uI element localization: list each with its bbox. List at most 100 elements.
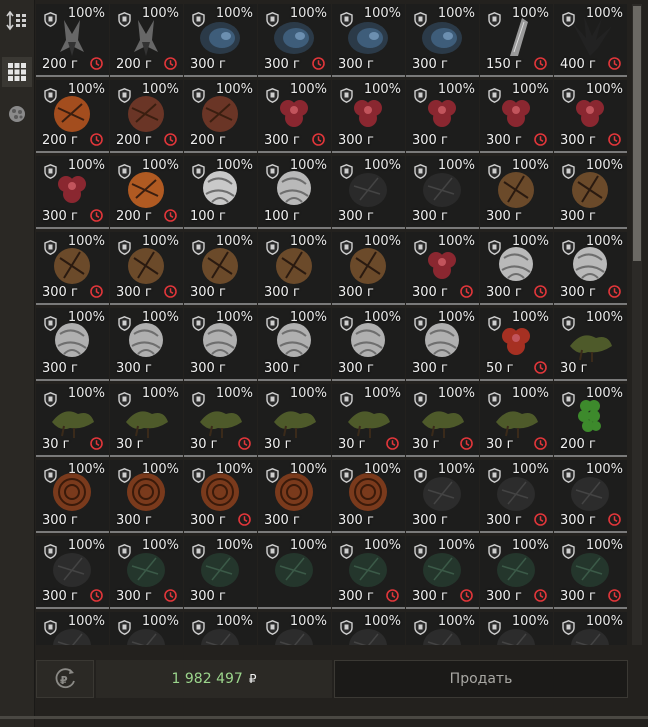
- inventory-slot[interactable]: 100% 300 г: [110, 460, 183, 533]
- shield-icon: [266, 240, 279, 255]
- inventory-slot[interactable]: 100% 300 г: [480, 536, 553, 609]
- inventory-slot[interactable]: 100% 300 г: [184, 4, 257, 77]
- inventory-slot[interactable]: 100% 300 г: [36, 156, 109, 229]
- inventory-slot[interactable]: 100% 200 г: [36, 80, 109, 153]
- inventory-slot[interactable]: 100%: [554, 612, 627, 645]
- inventory-slot[interactable]: 100% 30 г: [184, 384, 257, 457]
- durability-label: 100%: [437, 538, 475, 553]
- inventory-slot[interactable]: 100%: [110, 612, 183, 645]
- inventory-slot[interactable]: 100% 30 г: [332, 384, 405, 457]
- inventory-slot[interactable]: 100% 30 г: [480, 384, 553, 457]
- durability-label: 100%: [67, 538, 105, 553]
- inventory-slot[interactable]: 100% 300 г: [406, 4, 479, 77]
- inventory-slot[interactable]: 100% 30 г: [554, 308, 627, 381]
- shield-icon: [340, 12, 353, 27]
- shield-icon: [118, 12, 131, 27]
- inventory-slot[interactable]: 100%: [406, 612, 479, 645]
- inventory-slot[interactable]: 100% 300 г: [554, 460, 627, 533]
- inventory-slot[interactable]: 100% 300 г: [554, 156, 627, 229]
- scrollbar[interactable]: [632, 4, 642, 645]
- weight-label: 300 г: [116, 513, 152, 528]
- inventory-slot[interactable]: 100% 100 г: [184, 156, 257, 229]
- inventory-slot[interactable]: 100% 300 г: [332, 536, 405, 609]
- weight-label: 30 г: [560, 361, 588, 376]
- grid-view-button[interactable]: [2, 57, 32, 87]
- weight-label: 300 г: [190, 513, 226, 528]
- inventory-slot[interactable]: 100% 30 г: [406, 384, 479, 457]
- inventory-slot[interactable]: 100%: [332, 612, 405, 645]
- inventory-slot[interactable]: 100% 200 г: [110, 156, 183, 229]
- inventory-slot[interactable]: 100% 300 г: [258, 80, 331, 153]
- durability-label: 100%: [215, 234, 253, 249]
- inventory-slot[interactable]: 100% 300 г: [480, 232, 553, 305]
- inventory-slot[interactable]: 100% 300 г: [480, 80, 553, 153]
- inventory-slot[interactable]: 100% 300 г: [184, 232, 257, 305]
- inventory-slot[interactable]: 100% 300 г: [554, 80, 627, 153]
- inventory-slot[interactable]: 100% 300 г: [258, 460, 331, 533]
- inventory-slot[interactable]: 100%: [480, 612, 553, 645]
- shield-icon: [488, 468, 501, 483]
- inventory-slot[interactable]: 100% 300 г: [36, 232, 109, 305]
- inventory-slot[interactable]: 100% 300 г: [110, 232, 183, 305]
- inventory-slot[interactable]: 100% 300 г: [332, 460, 405, 533]
- inventory-slot[interactable]: 100% 300 г: [332, 156, 405, 229]
- inventory-slot[interactable]: 100% 300 г: [332, 4, 405, 77]
- inventory-slot[interactable]: 100% 200 г: [110, 80, 183, 153]
- durability-label: 100%: [363, 614, 401, 629]
- inventory-slot[interactable]: 100% 200 г: [184, 80, 257, 153]
- inventory-slot[interactable]: 100% 300 г: [184, 308, 257, 381]
- inventory-slot[interactable]: 100% 300 г: [110, 536, 183, 609]
- inventory-slot[interactable]: 100% 300 г: [332, 80, 405, 153]
- inventory-slot[interactable]: 100% 200 г: [554, 384, 627, 457]
- inventory-slot[interactable]: 100% 300 г: [554, 232, 627, 305]
- inventory-slot[interactable]: 100% 200 г: [36, 4, 109, 77]
- sell-button[interactable]: Продать: [334, 660, 628, 698]
- inventory-slot[interactable]: 100% 300 г: [36, 536, 109, 609]
- weight-label: 300 г: [486, 513, 522, 528]
- inventory-slot[interactable]: 100% 300 г: [480, 156, 553, 229]
- refresh-button[interactable]: ₽: [36, 660, 94, 698]
- shield-icon: [192, 316, 205, 331]
- timer-icon: [164, 209, 177, 222]
- inventory-slot[interactable]: 100% 30 г: [36, 384, 109, 457]
- weight-label: 30 г: [264, 437, 292, 452]
- inventory-slot[interactable]: 100% 300 г: [184, 460, 257, 533]
- scrollbar-thumb[interactable]: [633, 6, 641, 261]
- inventory-slot[interactable]: 100% 300 г: [406, 536, 479, 609]
- inventory-slot[interactable]: 100% 300 г: [406, 460, 479, 533]
- inventory-slot[interactable]: 100% 300 г: [406, 308, 479, 381]
- inventory-slot[interactable]: 100%: [184, 612, 257, 645]
- inventory-slot[interactable]: 100% 100 г: [258, 156, 331, 229]
- inventory-slot[interactable]: 100% 300 г: [406, 156, 479, 229]
- inventory-slot[interactable]: 100% 300 г: [406, 80, 479, 153]
- inventory-slot[interactable]: 100%: [36, 612, 109, 645]
- inventory-slot[interactable]: 100% 300 г: [36, 460, 109, 533]
- inventory-slot[interactable]: 100% 50 г: [480, 308, 553, 381]
- svg-text:₽: ₽: [60, 674, 68, 687]
- inventory-slot[interactable]: 100% 300 г: [554, 536, 627, 609]
- inventory-slot[interactable]: 100%: [258, 612, 331, 645]
- durability-label: 100%: [363, 6, 401, 21]
- inventory-slot[interactable]: 100% 30 г: [110, 384, 183, 457]
- inventory-slot[interactable]: 100% 30 г: [258, 384, 331, 457]
- durability-label: 100%: [215, 538, 253, 553]
- inventory-slot[interactable]: 100% 300 г: [184, 536, 257, 609]
- inventory-slot[interactable]: 100% 300 г: [258, 4, 331, 77]
- inventory-slot[interactable]: 100% 300 г: [36, 308, 109, 381]
- durability-label: 100%: [585, 614, 623, 629]
- sort-button[interactable]: [2, 6, 32, 36]
- inventory-slot[interactable]: 100% 400 г: [554, 4, 627, 77]
- weight-label: 300 г: [264, 513, 300, 528]
- inventory-slot[interactable]: 100% 300 г: [258, 308, 331, 381]
- filter-button[interactable]: [2, 99, 32, 129]
- inventory-slot[interactable]: 100% 300 г: [332, 308, 405, 381]
- inventory-slot[interactable]: 100% 300 г: [110, 308, 183, 381]
- inventory-slot[interactable]: 100% 300 г: [480, 460, 553, 533]
- inventory-slot[interactable]: 100%: [258, 536, 331, 609]
- inventory-slot[interactable]: 100% 300 г: [406, 232, 479, 305]
- inventory-slot[interactable]: 100% 150 г: [480, 4, 553, 77]
- inventory-slot[interactable]: 100% 200 г: [110, 4, 183, 77]
- durability-label: 100%: [511, 82, 549, 97]
- inventory-slot[interactable]: 100% 300 г: [332, 232, 405, 305]
- inventory-slot[interactable]: 100% 300 г: [258, 232, 331, 305]
